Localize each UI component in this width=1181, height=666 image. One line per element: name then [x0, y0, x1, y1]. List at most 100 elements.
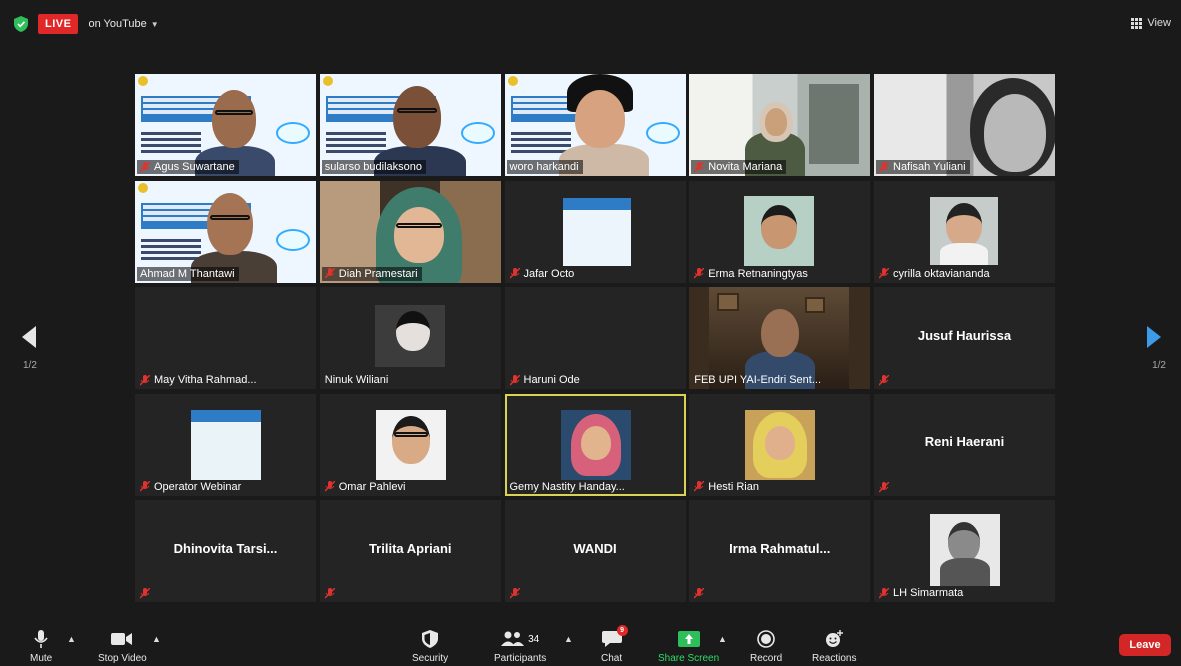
participant-name-label: Haruni Ode [507, 373, 584, 387]
participant-tile-active-speaker[interactable]: Gemy Nastity Handay... [504, 393, 686, 496]
participant-tile[interactable]: sularso budilaksono [319, 74, 501, 176]
participant-tile[interactable]: woro harkandi [504, 74, 686, 176]
mic-muted-icon [140, 161, 150, 172]
mic-muted-icon [694, 481, 705, 492]
participant-tile[interactable]: Novita Mariana [689, 74, 871, 176]
mic-muted-icon [879, 587, 889, 598]
participant-tile[interactable]: Nafisah Yuliani [874, 74, 1055, 176]
participant-name-label: Ahmad M Thantawi [137, 266, 239, 281]
mic-muted-icon [509, 588, 520, 599]
participants-button[interactable]: 34 Participants [494, 628, 546, 664]
chat-bubble-icon: 9 [601, 625, 628, 650]
participant-tile[interactable]: Trilita Apriani [319, 500, 501, 602]
participant-tile[interactable]: Hesti Rian [689, 393, 871, 496]
leave-meeting-button[interactable]: Leave [1119, 634, 1171, 656]
security-shield-icon [422, 628, 439, 650]
participant-tile[interactable]: WANDI [504, 500, 686, 602]
participant-tile[interactable]: FEB UPI YAI-Endri Sent... [689, 287, 871, 389]
view-label: View [1147, 17, 1171, 29]
participant-tile[interactable]: Ninuk Wiliani [319, 287, 501, 389]
participant-tile[interactable]: May Vitha Rahmad... [135, 287, 316, 389]
microphone-icon [34, 628, 48, 650]
meeting-toolbar: Mute ▲ Stop Video ▲ Security 34 Particip… [0, 618, 1181, 666]
grid-view-icon [1131, 17, 1143, 29]
mic-muted-icon [324, 588, 335, 599]
previous-page-arrow-icon[interactable] [22, 326, 36, 348]
participant-name-label: Novita Mariana [691, 160, 787, 174]
participant-tile[interactable]: Erma Retnaningtyas [689, 180, 871, 283]
participant-display-name: WANDI [573, 540, 617, 556]
audio-options-caret-icon[interactable]: ▲ [67, 634, 76, 644]
participant-tile[interactable]: Omar Pahlevi [319, 393, 501, 496]
participant-tile[interactable]: cyrilla oktaviananda [874, 180, 1055, 283]
video-options-caret-icon[interactable]: ▲ [152, 634, 161, 644]
participant-name-label [137, 587, 154, 600]
record-icon [757, 628, 775, 650]
video-camera-icon [111, 628, 133, 650]
profile-picture [562, 197, 631, 266]
mic-muted-icon [694, 161, 705, 172]
participant-name-label: sularso budilaksono [321, 160, 426, 174]
participant-tile[interactable]: Haruni Ode [504, 287, 686, 389]
participant-name-label: Jafar Octo [507, 267, 579, 281]
stop-video-button[interactable]: Stop Video [98, 628, 147, 664]
smiley-reaction-icon [825, 628, 844, 650]
participant-tile[interactable]: Ahmad M Thantawi [135, 180, 316, 283]
participant-tile[interactable]: Jusuf Haurissa [874, 287, 1055, 389]
share-options-caret-icon[interactable]: ▲ [718, 634, 727, 644]
participant-name-label: woro harkandi [506, 160, 583, 174]
participants-options-caret-icon[interactable]: ▲ [564, 634, 573, 644]
security-button[interactable]: Security [412, 628, 448, 664]
participant-name-label [691, 587, 708, 600]
mic-muted-icon [694, 268, 705, 279]
mic-muted-icon [694, 588, 705, 599]
page-indicator-left: 1/2 [23, 360, 37, 371]
participant-tile[interactable]: Agus Suwartane [135, 74, 316, 176]
mic-muted-icon [140, 588, 150, 599]
chat-unread-badge: 9 [616, 625, 628, 636]
view-button[interactable]: View [1131, 17, 1171, 29]
livestream-destination-dropdown[interactable]: on YouTube ▼ [88, 18, 158, 30]
mic-muted-icon [324, 481, 335, 492]
participant-display-name: Dhinovita Tarsi... [173, 540, 278, 556]
meeting-top-left: LIVE on YouTube ▼ [14, 14, 159, 34]
participant-name-label: Ninuk Wiliani [324, 374, 389, 386]
shield-icon[interactable] [14, 16, 28, 32]
mute-button[interactable]: Mute [30, 628, 52, 664]
participant-count: 34 [528, 633, 540, 645]
participant-tile[interactable]: Irma Rahmatul... [689, 500, 871, 602]
participant-tile[interactable]: Dhinovita Tarsi... [135, 500, 316, 602]
profile-picture [191, 409, 261, 480]
share-screen-icon [677, 628, 700, 650]
participant-name-label: Hesti Rian [691, 480, 763, 494]
mic-muted-icon [879, 481, 889, 492]
participant-name-label [507, 587, 524, 600]
participant-name-label [322, 587, 339, 600]
participant-name-label: May Vitha Rahmad... [137, 373, 261, 387]
mic-muted-icon [509, 374, 520, 385]
next-page-arrow-icon[interactable] [1147, 326, 1161, 348]
participant-name-label: FEB UPI YAI-Endri Sent... [694, 374, 822, 386]
participant-name-label: cyrilla oktaviananda [876, 267, 994, 281]
participant-name-label: Erma Retnaningtyas [691, 267, 812, 281]
participant-tile[interactable]: Operator Webinar [135, 393, 316, 496]
participant-name-label: Omar Pahlevi [322, 480, 410, 494]
participant-name-label: Agus Suwartane [137, 160, 239, 174]
participant-tile[interactable]: Reni Haerani [874, 393, 1055, 496]
share-screen-button[interactable]: Share Screen [658, 628, 719, 664]
participant-name-label: LH Simarmata [876, 586, 967, 600]
record-button[interactable]: Record [750, 628, 782, 664]
mic-muted-icon [509, 268, 520, 279]
caret-down-icon: ▼ [150, 19, 159, 29]
participant-tile[interactable]: Jafar Octo [504, 180, 686, 283]
participant-name-label: Nafisah Yuliani [876, 160, 970, 174]
participant-tile[interactable]: Diah Pramestari [319, 180, 501, 283]
participant-name-label: Diah Pramestari [321, 266, 422, 281]
participant-name-label [876, 481, 893, 494]
live-badge: LIVE [38, 14, 79, 34]
participant-tile[interactable]: LH Simarmata [874, 500, 1055, 602]
mic-muted-icon [140, 481, 150, 492]
reactions-button[interactable]: Reactions [812, 628, 856, 664]
chat-button[interactable]: 9 Chat [601, 625, 628, 664]
mic-muted-icon [879, 375, 889, 386]
